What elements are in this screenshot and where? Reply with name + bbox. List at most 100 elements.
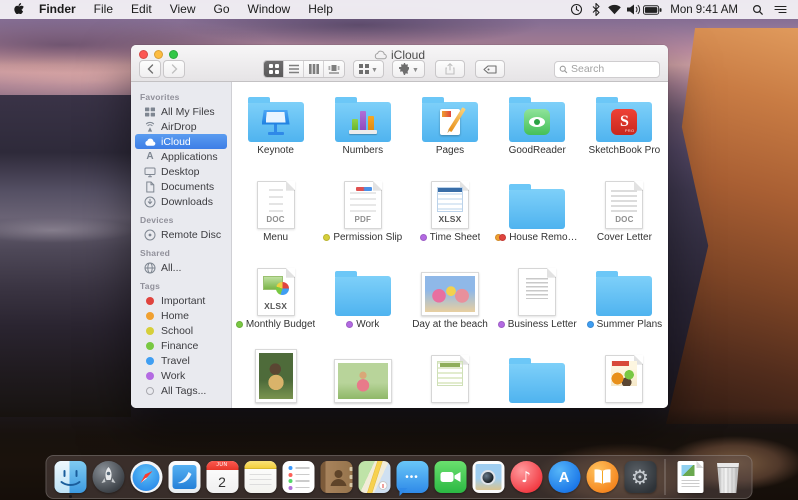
file-icon-wrap: DOC (257, 172, 295, 232)
file-item-photo[interactable] (232, 346, 319, 408)
view-list-button[interactable] (284, 61, 304, 77)
back-button[interactable] (139, 60, 161, 78)
view-icon-button[interactable] (264, 61, 284, 77)
menu-file[interactable]: File (85, 0, 122, 19)
file-item-folder[interactable] (494, 346, 581, 408)
dock-mail-icon[interactable] (168, 457, 201, 497)
sidebar-item-label: Desktop (161, 166, 200, 178)
file-item-house-remodel[interactable]: House Remodel (494, 172, 581, 259)
action-gear-button[interactable]: ▼ (392, 60, 425, 78)
file-item-business-letter[interactable]: Business Letter (494, 259, 581, 346)
arrange-button[interactable]: ▼ (353, 60, 384, 78)
dock-document-icon[interactable] (674, 457, 707, 497)
spotlight-icon[interactable] (748, 0, 767, 19)
file-item-work[interactable]: Work (319, 259, 406, 346)
forward-button[interactable] (163, 60, 185, 78)
file-item-time-sheet[interactable]: XLSXTime Sheet (406, 172, 493, 259)
downloads-icon (144, 196, 156, 208)
menu-finder[interactable]: Finder (30, 0, 85, 19)
volume-icon[interactable] (624, 0, 643, 19)
dock-messages-icon[interactable]: ••• (396, 457, 429, 497)
sidebar-item-documents[interactable]: Documents (135, 179, 227, 194)
file-item-cover-letter[interactable]: DOCCover Letter (581, 172, 668, 259)
sidebar-item-remote-disc[interactable]: Remote Disc (135, 227, 227, 242)
bluetooth-icon[interactable] (586, 0, 605, 19)
menu-help[interactable]: Help (299, 0, 342, 19)
menu-view[interactable]: View (161, 0, 205, 19)
dock-contacts-icon[interactable] (320, 457, 353, 497)
sidebar-item-all-my-files[interactable]: All My Files (135, 104, 227, 119)
file-item-keynote[interactable]: Keynote (232, 85, 319, 172)
sidebar-section-tags: Tags (131, 275, 231, 293)
sidebar-item-desktop[interactable]: Desktop (135, 164, 227, 179)
dock-app-store-icon[interactable]: A (548, 457, 581, 497)
sidebar-item-home[interactable]: Home (135, 308, 227, 323)
share-button[interactable] (435, 60, 465, 78)
notification-center-icon[interactable] (771, 0, 790, 19)
dock-safari-icon[interactable] (130, 457, 163, 497)
file-item-summer-plans[interactable]: Summer Plans (581, 259, 668, 346)
file-icon-wrap (335, 259, 391, 319)
dock-finder-icon[interactable] (54, 457, 87, 497)
dock-itunes-icon[interactable]: ♪ (510, 457, 543, 497)
finder-window: iCloud (131, 45, 668, 408)
tag-dot (587, 321, 594, 328)
sidebar-item-school[interactable]: School (135, 323, 227, 338)
sidebar-item-finance[interactable]: Finance (135, 338, 227, 353)
file-item-pages[interactable]: Pages (406, 85, 493, 172)
menu-clock[interactable]: Mon 9:41 AM (666, 4, 744, 16)
dock-photo-booth-icon[interactable] (472, 457, 505, 497)
file-item-doc[interactable] (581, 346, 668, 408)
file-item-goodreader[interactable]: GoodReader (494, 85, 581, 172)
file-icon-wrap (255, 346, 297, 406)
file-icon-wrap: XLSX (257, 259, 295, 319)
search-field[interactable] (554, 61, 660, 78)
dock-notes-icon[interactable] (244, 457, 277, 497)
file-item-doc[interactable] (406, 346, 493, 408)
dock-ibooks-icon[interactable] (586, 457, 619, 497)
dock-trash-icon[interactable] (712, 457, 745, 497)
file-item-numbers[interactable]: Numbers (319, 85, 406, 172)
menu-edit[interactable]: Edit (122, 0, 161, 19)
file-label-row: Cover Letter (597, 232, 652, 243)
sidebar-item-airdrop[interactable]: AirDrop (135, 119, 227, 134)
file-item-photo[interactable] (319, 346, 406, 408)
clock-icon[interactable] (567, 0, 586, 19)
sidebar-item-important[interactable]: Important (135, 293, 227, 308)
menu-window[interactable]: Window (239, 0, 300, 19)
sidebar-item-icloud[interactable]: iCloud (135, 134, 227, 149)
sidebar-item-applications[interactable]: AApplications (135, 149, 227, 164)
file-label-row: Keynote (257, 145, 294, 156)
wifi-icon[interactable] (605, 0, 624, 19)
apple-menu-icon[interactable] (8, 3, 30, 16)
dock-calendar-icon[interactable]: JUN2 (206, 457, 239, 497)
file-item-day-at-the-beach[interactable]: Day at the beach (406, 259, 493, 346)
dock-facetime-icon[interactable] (434, 457, 467, 497)
dock-system-preferences-icon[interactable]: ⚙ (624, 457, 657, 497)
file-label: Business Letter (508, 319, 577, 330)
file-label-row: SketchBook Pro (589, 145, 661, 156)
dock-maps-icon[interactable] (358, 457, 391, 497)
sidebar-item-travel[interactable]: Travel (135, 353, 227, 368)
file-item-permission-slip[interactable]: PDFPermission Slip (319, 172, 406, 259)
file-item-menu[interactable]: DOCMenu (232, 172, 319, 259)
tags-button[interactable] (475, 60, 505, 78)
sidebar-item-label: All... (161, 262, 181, 274)
search-input[interactable] (571, 63, 655, 75)
file-content-area[interactable]: Keynote NumbersPagesGoodReaderSPROSketchB… (232, 82, 668, 408)
sidebar-item-all-tags[interactable]: All Tags... (135, 383, 227, 398)
file-item-sketchbook-pro[interactable]: SPROSketchBook Pro (581, 85, 668, 172)
file-item-monthly-budget[interactable]: XLSXMonthly Budget (232, 259, 319, 346)
menu-go[interactable]: Go (205, 0, 239, 19)
sidebar-item-downloads[interactable]: Downloads (135, 194, 227, 209)
sidebar-item-label: Home (161, 310, 189, 322)
view-columns-button[interactable] (304, 61, 324, 77)
battery-icon[interactable] (643, 0, 662, 19)
view-coverflow-button[interactable] (324, 61, 344, 77)
dock-launchpad-icon[interactable] (92, 457, 125, 497)
window-header[interactable]: iCloud (131, 45, 668, 82)
file-icon-wrap: XLSX (431, 172, 469, 232)
sidebar-item-all[interactable]: All... (135, 260, 227, 275)
dock-reminders-icon[interactable] (282, 457, 315, 497)
sidebar-item-work[interactable]: Work (135, 368, 227, 383)
